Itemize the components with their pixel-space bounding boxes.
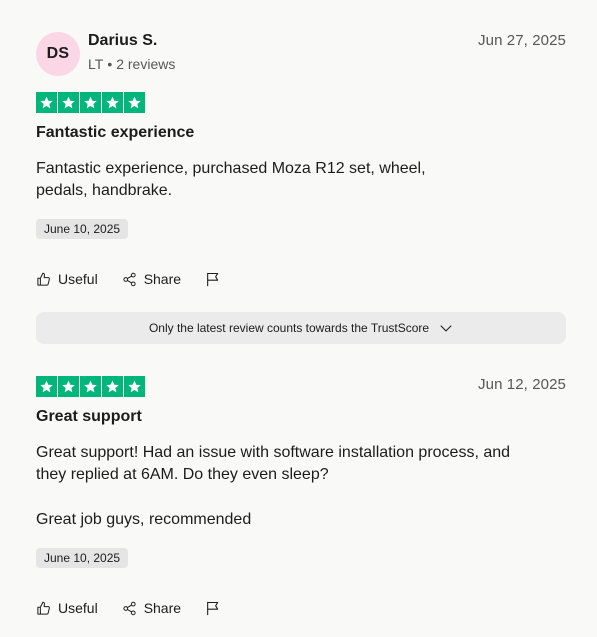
review-body: Great support! Had an issue with softwar… bbox=[36, 442, 556, 486]
flag-icon bbox=[207, 272, 219, 286]
star-icon bbox=[80, 92, 101, 113]
review-actions: Useful Share bbox=[36, 269, 221, 289]
review-actions: Useful Share bbox=[36, 598, 221, 618]
star-rating bbox=[36, 92, 145, 113]
star-icon bbox=[124, 376, 145, 397]
review-date: Jun 12, 2025 bbox=[478, 376, 566, 393]
thumbs-up-icon bbox=[37, 272, 50, 286]
flag-icon bbox=[207, 601, 219, 615]
share-button[interactable]: Share bbox=[122, 271, 181, 287]
report-button[interactable] bbox=[205, 600, 221, 617]
thumbs-up-icon bbox=[37, 601, 50, 615]
review-title[interactable]: Fantastic experience bbox=[36, 124, 194, 142]
avatar[interactable]: DS bbox=[36, 32, 80, 76]
reviewer-name[interactable]: Darius S. bbox=[88, 32, 157, 50]
star-icon bbox=[102, 376, 123, 397]
star-icon bbox=[124, 92, 145, 113]
star-icon bbox=[58, 92, 79, 113]
useful-label: Useful bbox=[58, 600, 98, 616]
reviewer-review-count: 2 reviews bbox=[116, 56, 176, 72]
reviewer-country: LT bbox=[88, 56, 104, 72]
star-rating bbox=[36, 376, 145, 397]
star-icon bbox=[36, 92, 57, 113]
trustscore-notice-text: Only the latest review counts towards th… bbox=[148, 321, 430, 335]
share-label: Share bbox=[143, 271, 182, 287]
experience-date-badge: June 10, 2025 bbox=[36, 548, 129, 568]
share-icon bbox=[123, 272, 136, 286]
useful-button[interactable]: Useful bbox=[36, 600, 98, 616]
review-title[interactable]: Great support bbox=[36, 408, 142, 426]
useful-button[interactable]: Useful bbox=[36, 271, 98, 287]
review-body-line: Fantastic experience, purchased Moza R12… bbox=[36, 160, 426, 177]
review-body-line: pedals, handbrake. bbox=[36, 182, 173, 199]
reviewer-meta: LT • 2 reviews bbox=[88, 56, 175, 72]
star-icon bbox=[80, 376, 101, 397]
trustscore-notice[interactable]: Only the latest review counts towards th… bbox=[36, 312, 566, 344]
useful-label: Useful bbox=[58, 271, 98, 287]
share-icon bbox=[123, 601, 136, 615]
review-body-line: they replied at 6AM. Do they even sleep? bbox=[36, 466, 329, 483]
share-button[interactable]: Share bbox=[122, 600, 181, 616]
chevron-down-icon bbox=[440, 325, 452, 332]
review-body-line: Great support! Had an issue with softwar… bbox=[36, 444, 511, 461]
review-body-extra: Great job guys, recommended bbox=[36, 511, 252, 528]
review-body: Fantastic experience, purchased Moza R12… bbox=[36, 158, 556, 202]
report-button[interactable] bbox=[205, 271, 221, 288]
separator-dot: • bbox=[107, 56, 113, 72]
star-icon bbox=[36, 376, 57, 397]
star-icon bbox=[58, 376, 79, 397]
star-icon bbox=[102, 92, 123, 113]
share-label: Share bbox=[143, 600, 182, 616]
review-date: Jun 27, 2025 bbox=[478, 32, 566, 49]
experience-date-badge: June 10, 2025 bbox=[36, 219, 129, 239]
